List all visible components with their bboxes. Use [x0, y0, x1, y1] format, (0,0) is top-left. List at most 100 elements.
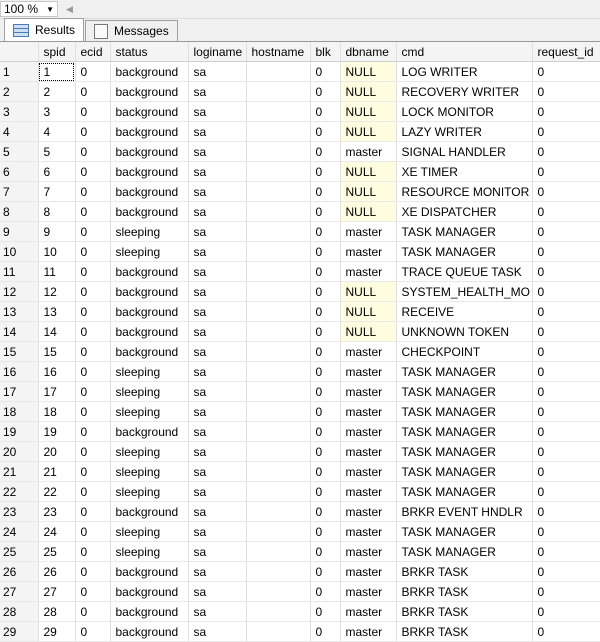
cell-spid[interactable]: 18 — [38, 401, 76, 422]
table-row[interactable]: 3 3 0 background sa 0 NULL LOCK MONITOR 0 — [0, 101, 600, 122]
cell-spid[interactable]: 26 — [38, 561, 76, 582]
cell-blk[interactable]: 0 — [310, 161, 341, 182]
cell-request_id[interactable]: 0 — [532, 361, 600, 382]
cell-request_id[interactable]: 0 — [532, 561, 600, 582]
cell-status[interactable]: sleeping — [110, 361, 189, 382]
cell-hostname[interactable] — [246, 181, 311, 202]
row-number[interactable]: 26 — [0, 561, 39, 582]
row-number[interactable]: 18 — [0, 401, 39, 422]
row-number[interactable]: 6 — [0, 161, 39, 182]
cell-ecid[interactable]: 0 — [75, 601, 111, 622]
cell-blk[interactable]: 0 — [310, 561, 341, 582]
cell-dbname[interactable]: master — [340, 261, 397, 282]
cell-dbname[interactable]: master — [340, 381, 397, 402]
cell-ecid[interactable]: 0 — [75, 361, 111, 382]
cell-dbname[interactable]: master — [340, 221, 397, 242]
cell-blk[interactable]: 0 — [310, 241, 341, 262]
cell-dbname[interactable]: master — [340, 621, 397, 642]
cell-ecid[interactable]: 0 — [75, 341, 111, 362]
cell-loginame[interactable]: sa — [188, 481, 247, 502]
row-number[interactable]: 8 — [0, 201, 39, 222]
row-number[interactable]: 7 — [0, 181, 39, 202]
cell-loginame[interactable]: sa — [188, 321, 247, 342]
column-header-request_id[interactable]: request_id — [532, 42, 600, 62]
cell-blk[interactable]: 0 — [310, 521, 341, 542]
tab-results[interactable]: Results — [4, 18, 85, 41]
row-number[interactable]: 11 — [0, 261, 39, 282]
cell-spid[interactable]: 13 — [38, 301, 76, 322]
cell-cmd[interactable]: RECOVERY WRITER — [396, 81, 533, 102]
cell-hostname[interactable] — [246, 541, 311, 562]
cell-blk[interactable]: 0 — [310, 341, 341, 362]
cell-spid[interactable]: 27 — [38, 581, 76, 602]
cell-dbname[interactable]: master — [340, 401, 397, 422]
row-number[interactable]: 27 — [0, 581, 39, 602]
table-row[interactable]: 20 20 0 sleeping sa 0 master TASK MANAGER 0 — [0, 441, 600, 462]
cell-status[interactable]: sleeping — [110, 481, 189, 502]
cell-request_id[interactable]: 0 — [532, 381, 600, 402]
cell-status[interactable]: sleeping — [110, 381, 189, 402]
cell-spid[interactable]: 14 — [38, 321, 76, 342]
row-number[interactable]: 5 — [0, 141, 39, 162]
scroll-left-icon[interactable]: ◀ — [66, 4, 73, 15]
cell-spid[interactable]: 15 — [38, 341, 76, 362]
cell-dbname[interactable]: NULL — [340, 161, 397, 182]
cell-blk[interactable]: 0 — [310, 141, 341, 162]
table-row[interactable]: 8 8 0 background sa 0 NULL XE DISPATCHER 0 — [0, 201, 600, 222]
cell-loginame[interactable]: sa — [188, 101, 247, 122]
cell-loginame[interactable]: sa — [188, 341, 247, 362]
cell-ecid[interactable]: 0 — [75, 541, 111, 562]
cell-dbname[interactable]: master — [340, 141, 397, 162]
cell-hostname[interactable] — [246, 121, 311, 142]
cell-status[interactable]: background — [110, 281, 189, 302]
cell-blk[interactable]: 0 — [310, 481, 341, 502]
column-header-cmd[interactable]: cmd — [396, 42, 533, 62]
cell-hostname[interactable] — [246, 321, 311, 342]
cell-spid[interactable]: 19 — [38, 421, 76, 442]
row-number[interactable]: 1 — [0, 61, 39, 82]
cell-blk[interactable]: 0 — [310, 601, 341, 622]
cell-status[interactable]: background — [110, 181, 189, 202]
cell-status[interactable]: sleeping — [110, 221, 189, 242]
row-number[interactable]: 15 — [0, 341, 39, 362]
cell-ecid[interactable]: 0 — [75, 301, 111, 322]
row-number[interactable]: 28 — [0, 601, 39, 622]
table-row[interactable]: 14 14 0 background sa 0 NULL UNKNOWN TOKEN 0 — [0, 321, 600, 342]
cell-blk[interactable]: 0 — [310, 181, 341, 202]
cell-status[interactable]: sleeping — [110, 461, 189, 482]
cell-request_id[interactable]: 0 — [532, 461, 600, 482]
row-number[interactable]: 23 — [0, 501, 39, 522]
table-row[interactable]: 18 18 0 sleeping sa 0 master TASK MANAGER 0 — [0, 401, 600, 422]
cell-dbname[interactable]: NULL — [340, 201, 397, 222]
cell-spid[interactable]: 7 — [38, 181, 76, 202]
table-row[interactable]: 27 27 0 background sa 0 master BRKR TASK 0 — [0, 581, 600, 602]
cell-dbname[interactable]: master — [340, 581, 397, 602]
cell-ecid[interactable]: 0 — [75, 521, 111, 542]
cell-status[interactable]: sleeping — [110, 541, 189, 562]
cell-blk[interactable]: 0 — [310, 261, 341, 282]
cell-dbname[interactable]: master — [340, 461, 397, 482]
cell-cmd[interactable]: TASK MANAGER — [396, 541, 533, 562]
table-row[interactable]: 4 4 0 background sa 0 NULL LAZY WRITER 0 — [0, 121, 600, 142]
cell-cmd[interactable]: BRKR TASK — [396, 601, 533, 622]
cell-cmd[interactable]: CHECKPOINT — [396, 341, 533, 362]
cell-hostname[interactable] — [246, 561, 311, 582]
cell-ecid[interactable]: 0 — [75, 401, 111, 422]
cell-hostname[interactable] — [246, 201, 311, 222]
column-header-blk[interactable]: blk — [310, 42, 341, 62]
cell-loginame[interactable]: sa — [188, 221, 247, 242]
cell-request_id[interactable]: 0 — [532, 581, 600, 602]
table-row[interactable]: 26 26 0 background sa 0 master BRKR TASK 0 — [0, 561, 600, 582]
cell-dbname[interactable]: master — [340, 241, 397, 262]
cell-request_id[interactable]: 0 — [532, 621, 600, 642]
row-number[interactable]: 16 — [0, 361, 39, 382]
cell-request_id[interactable]: 0 — [532, 81, 600, 102]
table-row[interactable]: 6 6 0 background sa 0 NULL XE TIMER 0 — [0, 161, 600, 182]
cell-spid[interactable]: 22 — [38, 481, 76, 502]
row-number[interactable]: 10 — [0, 241, 39, 262]
row-number[interactable]: 2 — [0, 81, 39, 102]
cell-cmd[interactable]: TASK MANAGER — [396, 521, 533, 542]
row-number[interactable]: 17 — [0, 381, 39, 402]
cell-dbname[interactable]: master — [340, 441, 397, 462]
cell-spid[interactable]: 25 — [38, 541, 76, 562]
